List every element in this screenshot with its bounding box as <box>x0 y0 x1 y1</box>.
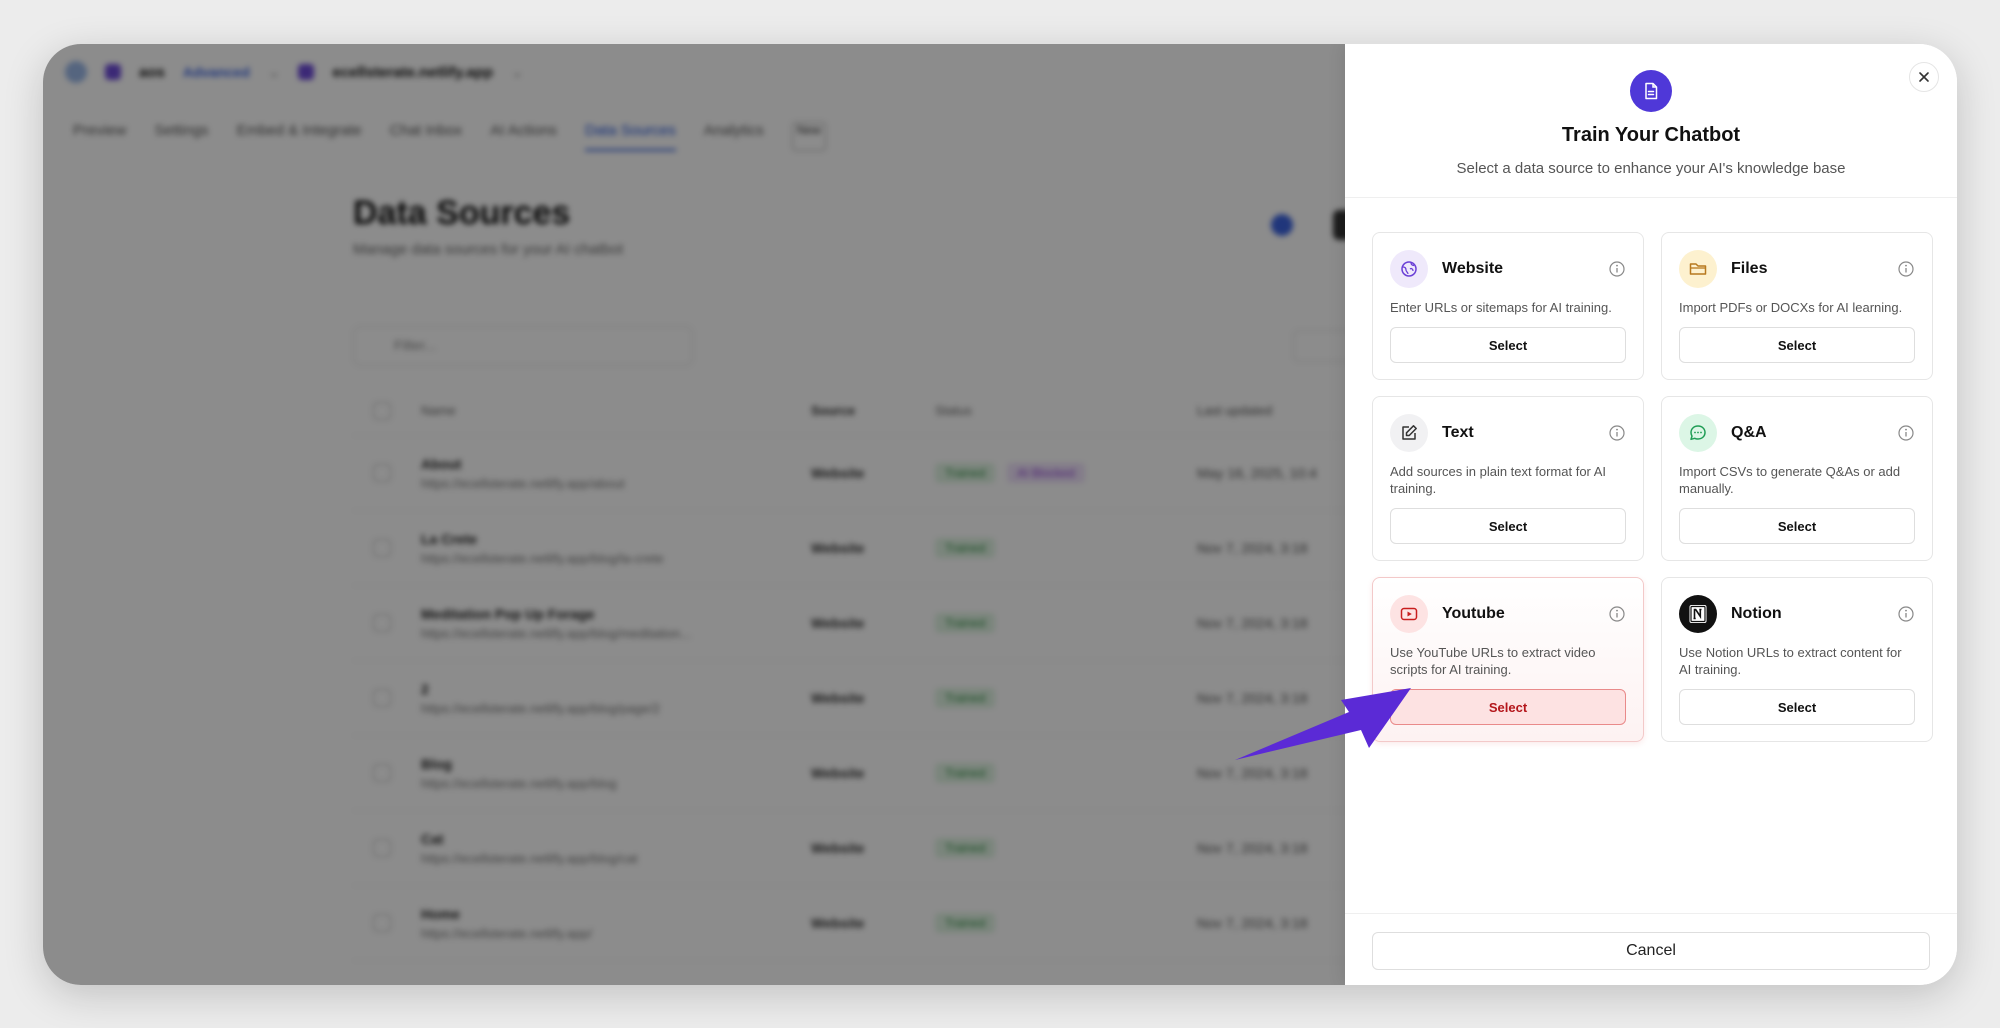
card-description: Use Notion URLs to extract content for A… <box>1679 645 1902 677</box>
source-card-qa: Q&A Import CSVs to generate Q&As or add … <box>1661 396 1933 561</box>
youtube-icon <box>1390 595 1428 633</box>
card-title: Youtube <box>1442 605 1505 622</box>
divider <box>1345 913 1957 914</box>
card-title: Q&A <box>1731 424 1767 441</box>
chat-bubble-icon <box>1679 414 1717 452</box>
card-description: Use YouTube URLs to extract video script… <box>1390 645 1596 677</box>
select-files-button[interactable]: Select <box>1679 327 1915 363</box>
card-description: Import PDFs or DOCXs for AI learning. <box>1679 300 1903 315</box>
select-notion-button[interactable]: Select <box>1679 689 1915 725</box>
cancel-button[interactable]: Cancel <box>1372 932 1930 970</box>
card-title: Files <box>1731 260 1768 277</box>
info-icon[interactable] <box>1897 424 1915 442</box>
card-title: Website <box>1442 260 1504 277</box>
app-window: aos Advanced ⌄ ecellsterate.netlify.app … <box>43 44 1957 985</box>
card-title: Notion <box>1731 605 1782 622</box>
globe-icon <box>1390 250 1428 288</box>
source-card-notion: Notion Use Notion URLs to extract conten… <box>1661 577 1933 742</box>
info-icon[interactable] <box>1608 605 1626 623</box>
source-card-text: Text Add sources in plain text format fo… <box>1372 396 1644 561</box>
pencil-icon <box>1390 414 1428 452</box>
info-icon[interactable] <box>1897 605 1915 623</box>
card-title: Text <box>1442 424 1474 441</box>
notion-icon <box>1679 595 1717 633</box>
info-icon[interactable] <box>1608 260 1626 278</box>
select-qa-button[interactable]: Select <box>1679 508 1915 544</box>
info-icon[interactable] <box>1608 424 1626 442</box>
train-chatbot-panel: Train Your Chatbot Select a data source … <box>1345 44 1957 985</box>
select-youtube-button[interactable]: Select <box>1390 689 1626 725</box>
select-text-button[interactable]: Select <box>1390 508 1626 544</box>
info-icon[interactable] <box>1897 260 1915 278</box>
source-card-files: Files Import PDFs or DOCXs for AI learni… <box>1661 232 1933 380</box>
folder-icon <box>1679 250 1717 288</box>
source-card-website: Website Enter URLs or sitemaps for AI tr… <box>1372 232 1644 380</box>
select-website-button[interactable]: Select <box>1390 327 1626 363</box>
card-description: Add sources in plain text format for AI … <box>1390 464 1607 496</box>
source-grid: Website Enter URLs or sitemaps for AI tr… <box>1345 44 1957 985</box>
annotation-arrow-icon <box>1235 688 1411 760</box>
card-description: Import CSVs to generate Q&As or add manu… <box>1679 464 1901 496</box>
modal-backdrop[interactable] <box>43 44 1345 985</box>
card-description: Enter URLs or sitemaps for AI training. <box>1390 300 1612 315</box>
